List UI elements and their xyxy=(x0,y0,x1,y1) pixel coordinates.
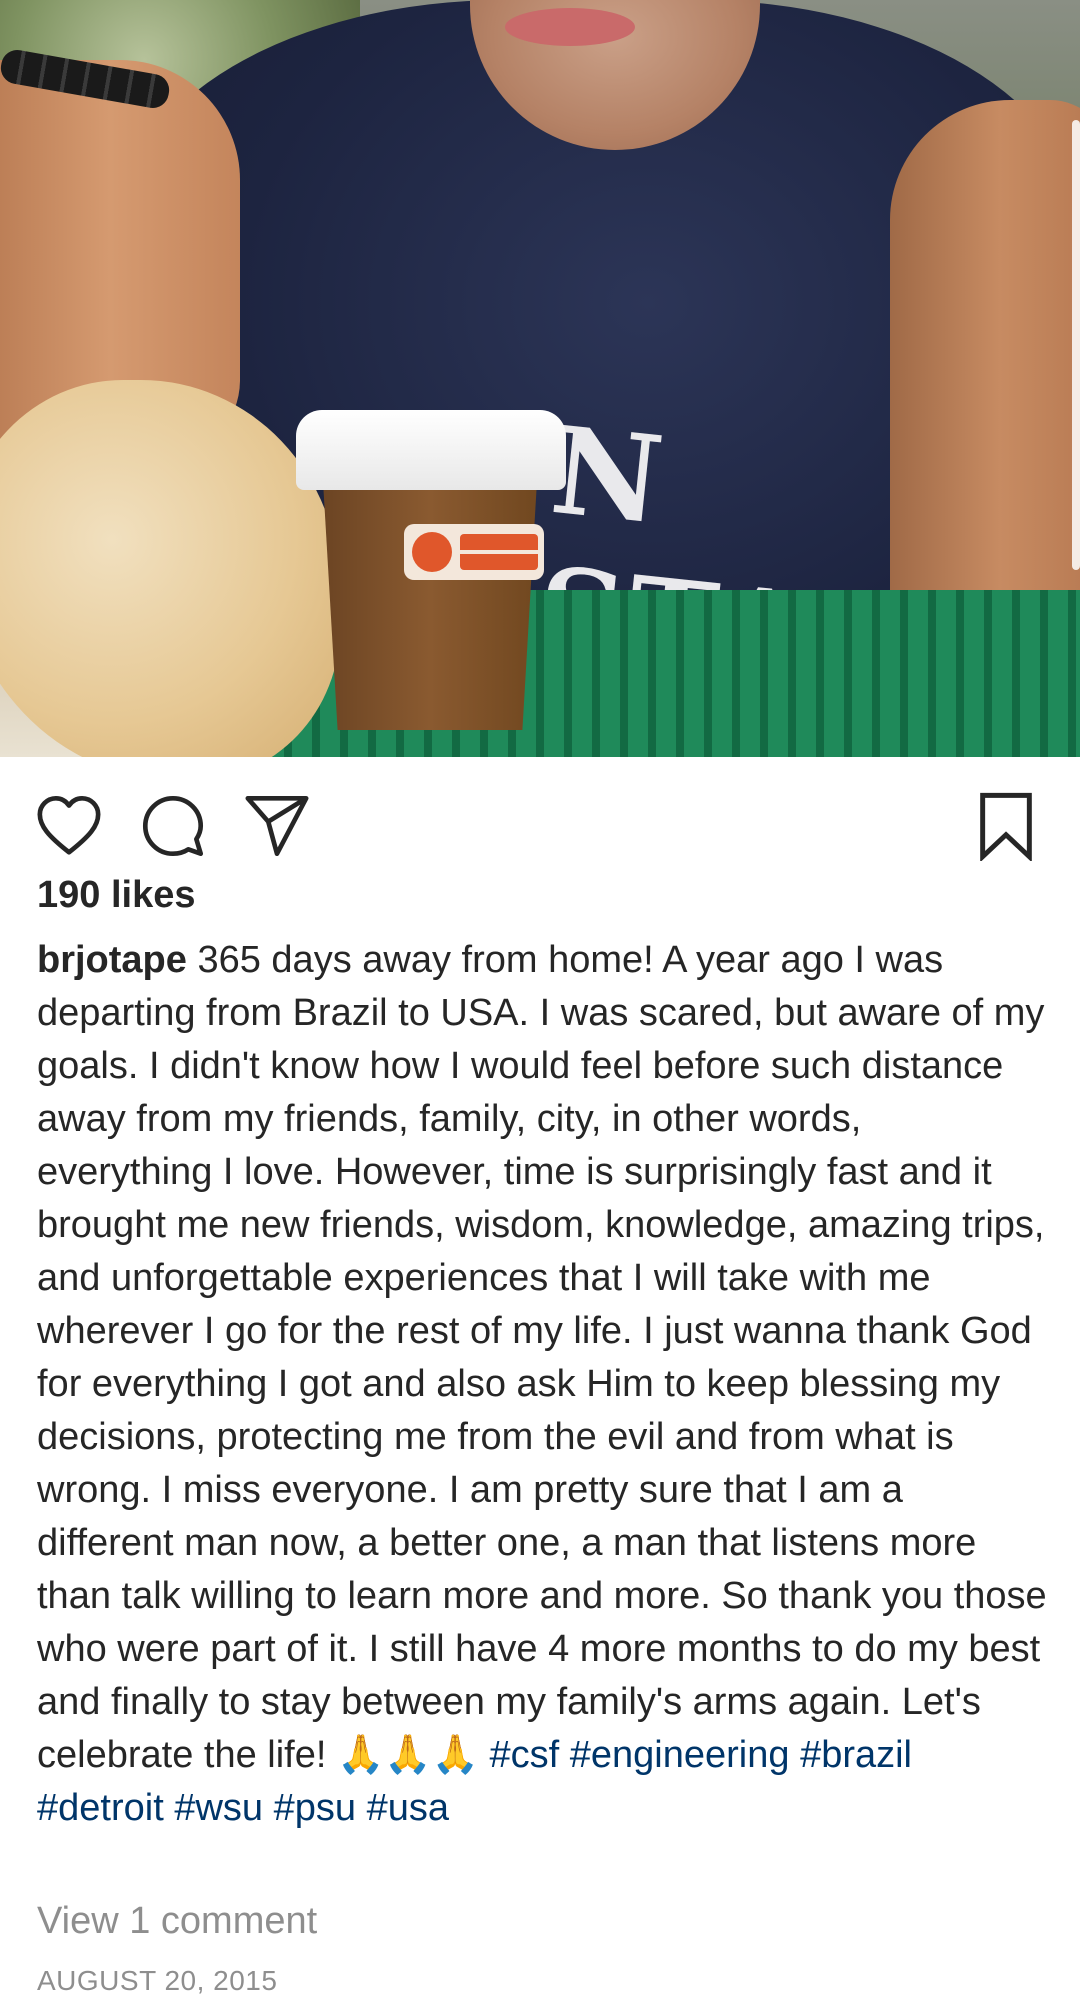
hashtag[interactable]: #usa xyxy=(367,1787,449,1829)
cup-logo xyxy=(404,524,544,580)
lips xyxy=(505,8,635,46)
post-date: AUGUST 20, 2015 xyxy=(37,1965,278,1996)
hashtag[interactable]: #psu xyxy=(274,1787,356,1829)
heart-icon[interactable] xyxy=(34,791,104,861)
caption-text: 365 days away from home! A year ago I wa… xyxy=(37,939,1047,1776)
like-count[interactable]: 190 likes xyxy=(37,874,195,917)
logo-wordmark xyxy=(460,534,538,570)
hashtag[interactable]: #csf xyxy=(489,1734,559,1776)
hashtag[interactable]: #wsu xyxy=(174,1787,263,1829)
post-caption: brjotape 365 days away from home! A year… xyxy=(37,934,1047,1835)
bookmark-icon[interactable] xyxy=(976,791,1036,861)
caption-emojis: 🙏🙏🙏 xyxy=(336,1734,479,1776)
hashtag[interactable]: #detroit xyxy=(37,1787,164,1829)
view-comments-link[interactable]: View 1 comment xyxy=(37,1900,317,1943)
scrollbar[interactable] xyxy=(1072,120,1080,570)
comment-icon[interactable] xyxy=(138,791,208,861)
hashtag[interactable]: #engineering xyxy=(570,1734,790,1776)
post-actions xyxy=(0,777,1080,863)
logo-mark xyxy=(412,532,452,572)
post-photo[interactable]: N STATE xyxy=(0,0,1080,757)
hashtag[interactable]: #brazil xyxy=(800,1734,912,1776)
caption-username[interactable]: brjotape xyxy=(37,939,187,981)
cup-lid xyxy=(296,410,566,490)
paper-plane-icon[interactable] xyxy=(242,791,312,861)
